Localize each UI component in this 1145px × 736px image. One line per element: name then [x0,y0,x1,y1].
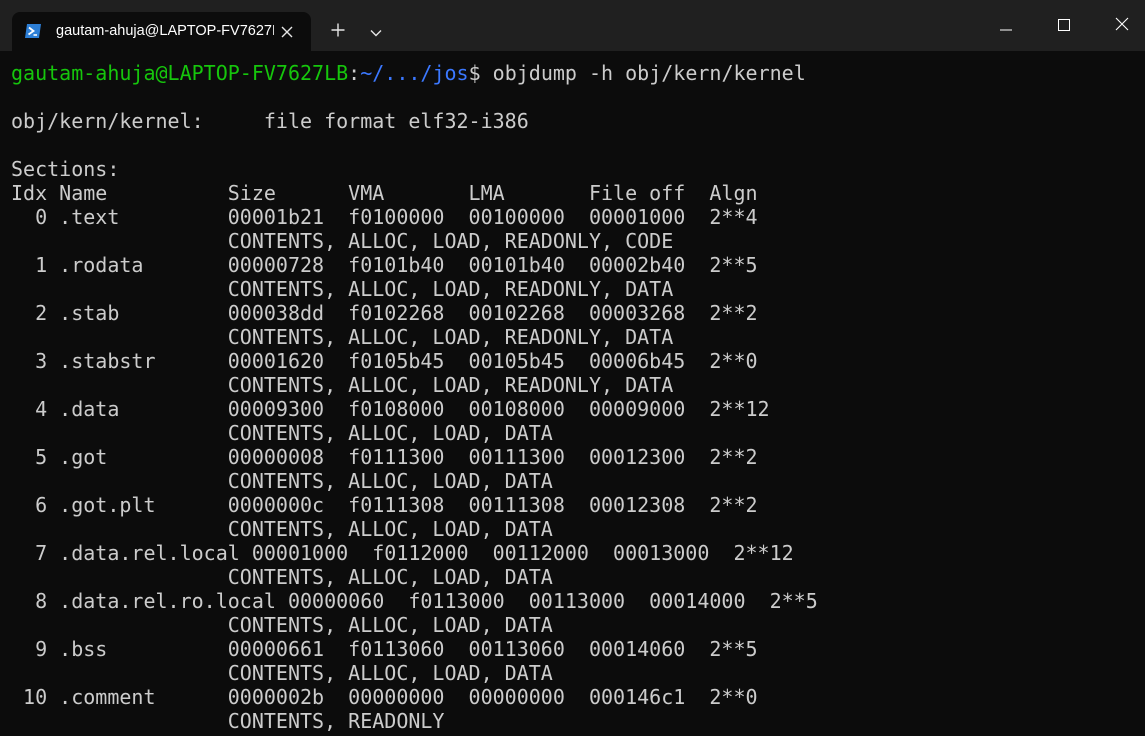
dropdown-chevron-icon [370,22,382,41]
output-line: CONTENTS, ALLOC, LOAD, READONLY, DATA [11,373,674,397]
output-line: Idx Name Size VMA LMA File off Algn [11,181,758,205]
new-tab-button[interactable] [321,16,355,46]
new-tab-icon [331,22,345,41]
maximize-button[interactable] [1035,0,1093,51]
output-line: 3 .stabstr 00001620 f0105b45 00105b45 00… [11,349,758,373]
tab-close-icon[interactable] [276,21,298,43]
output-line: 8 .data.rel.ro.local 00000060 f0113000 0… [11,589,818,613]
output-line: CONTENTS, ALLOC, LOAD, DATA [11,421,553,445]
command-prompt-line: gautam-ahuja@LAPTOP-FV7627LB:~/.../jos$ … [11,61,1145,85]
minimize-button[interactable] [977,0,1035,51]
output-line: CONTENTS, ALLOC, LOAD, READONLY, DATA [11,277,674,301]
close-icon [1115,16,1129,35]
output-line: CONTENTS, ALLOC, LOAD, DATA [11,517,553,541]
tab-title: gautam-ahuja@LAPTOP-FV7627LB: ~/.../jos [56,23,274,39]
output-line: 9 .bss 00000661 f0113060 00113060 000140… [11,637,758,661]
output-line: CONTENTS, ALLOC, LOAD, DATA [11,661,553,685]
title-bar: gautam-ahuja@LAPTOP-FV7627LB: ~/.../jos [0,0,1145,51]
output-line: 6 .got.plt 0000000c f0111308 00111308 00… [11,493,758,517]
output-line: 7 .data.rel.local 00001000 f0112000 0011… [11,541,794,565]
prompt-dollar: $ [468,61,481,85]
minimize-icon [1000,16,1012,35]
maximize-icon [1058,16,1070,35]
output-line: 0 .text 00001b21 f0100000 00100000 00001… [11,205,758,229]
output-line: CONTENTS, ALLOC, LOAD, DATA [11,565,553,589]
output-line: CONTENTS, ALLOC, LOAD, DATA [11,613,553,637]
output-line: 10 .comment 0000002b 00000000 00000000 0… [11,685,758,709]
output-line: CONTENTS, ALLOC, LOAD, DATA [11,469,553,493]
output-line: 5 .got 00000008 f0111300 00111300 000123… [11,445,758,469]
prompt-user-host: gautam-ahuja@LAPTOP-FV7627LB [11,61,349,85]
output-line: 1 .rodata 00000728 f0101b40 00101b40 000… [11,253,758,277]
tab-dropdown-button[interactable] [359,16,393,46]
terminal-output[interactable]: gautam-ahuja@LAPTOP-FV7627LB:~/.../jos$ … [11,61,1145,736]
command-text: objdump -h obj/kern/kernel [480,61,806,85]
output-line: Sections: [11,157,120,181]
terminal-tab[interactable]: gautam-ahuja@LAPTOP-FV7627LB: ~/.../jos [12,12,311,51]
powershell-icon [24,23,42,39]
output-line: 4 .data 00009300 f0108000 00108000 00009… [11,397,770,421]
prompt-path: ~/.../jos [360,61,469,85]
output-line: CONTENTS, ALLOC, LOAD, READONLY, CODE [11,229,674,253]
output-line: obj/kern/kernel: file format elf32-i386 [11,109,529,133]
output-line: 2 .stab 000038dd f0102268 00102268 00003… [11,301,758,325]
prompt-colon: : [348,61,361,85]
close-window-button[interactable] [1093,0,1145,51]
output-line: CONTENTS, READONLY [11,709,445,733]
output-line: CONTENTS, ALLOC, LOAD, READONLY, DATA [11,325,674,349]
output-lines: obj/kern/kernel: file format elf32-i386 S… [11,85,1145,733]
